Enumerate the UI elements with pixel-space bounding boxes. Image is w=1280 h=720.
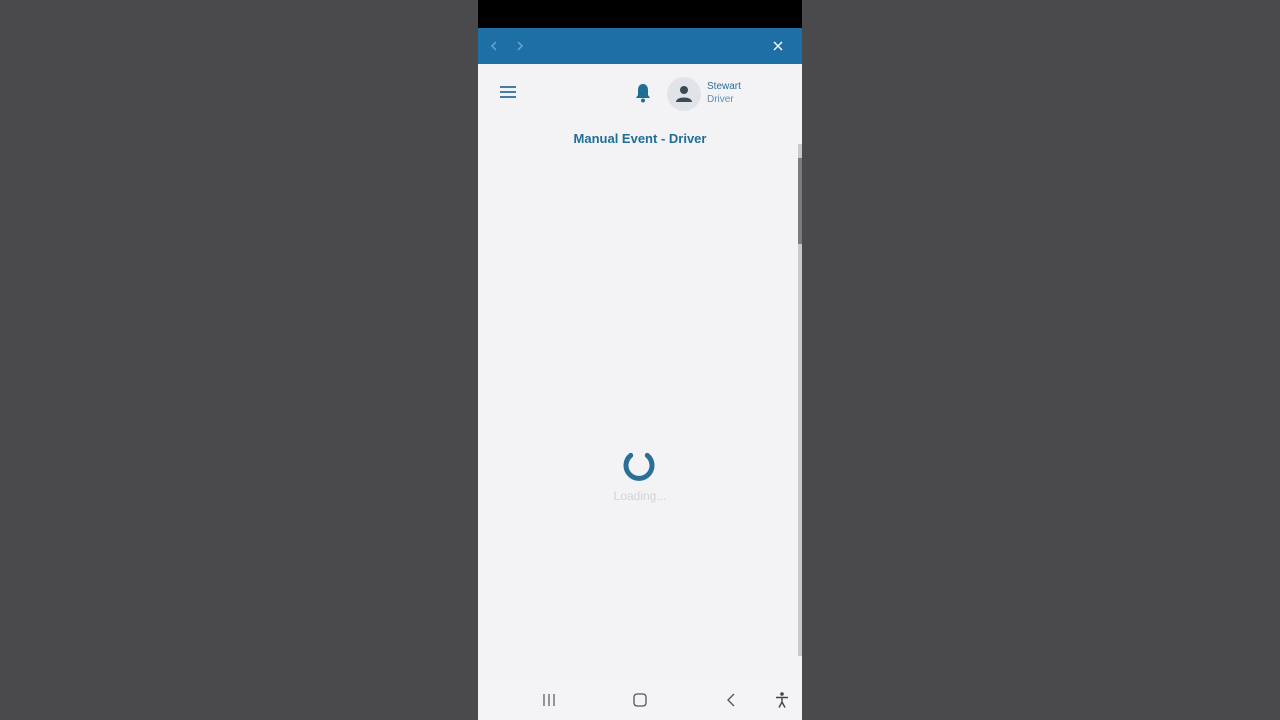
browser-toolbar bbox=[478, 28, 802, 64]
bell-icon bbox=[636, 84, 650, 103]
system-navigation-bar bbox=[478, 680, 802, 720]
user-name: Stewart bbox=[707, 81, 741, 92]
hamburger-menu-icon bbox=[500, 86, 516, 98]
phone-screen: Stewart Driver Manual Event - Driver Loa… bbox=[478, 0, 802, 720]
status-bar bbox=[478, 0, 802, 28]
chevron-right-icon bbox=[517, 41, 524, 51]
scrollbar-thumb[interactable] bbox=[798, 158, 802, 244]
notifications-button[interactable] bbox=[633, 82, 653, 104]
user-avatar-icon bbox=[676, 86, 692, 102]
back-icon bbox=[727, 693, 735, 707]
avatar[interactable] bbox=[667, 77, 701, 111]
recent-apps-icon bbox=[543, 694, 555, 706]
browser-close-button[interactable] bbox=[768, 36, 788, 56]
close-icon bbox=[773, 41, 783, 51]
loading-spinner-icon bbox=[623, 452, 655, 481]
accessibility-icon bbox=[776, 692, 788, 708]
app-header: Stewart Driver bbox=[478, 64, 802, 120]
menu-button[interactable] bbox=[498, 82, 518, 102]
browser-forward-button[interactable] bbox=[510, 36, 530, 56]
browser-back-button[interactable] bbox=[484, 36, 504, 56]
loading-text: Loading... bbox=[613, 489, 667, 503]
recent-apps-button[interactable] bbox=[539, 690, 559, 710]
chevron-left-icon bbox=[490, 41, 497, 51]
home-icon bbox=[633, 693, 647, 707]
system-back-button[interactable] bbox=[721, 690, 741, 710]
accessibility-button[interactable] bbox=[772, 690, 792, 710]
user-role: Driver bbox=[707, 94, 734, 105]
page-title: Manual Event - Driver bbox=[573, 131, 707, 146]
home-button[interactable] bbox=[630, 690, 650, 710]
